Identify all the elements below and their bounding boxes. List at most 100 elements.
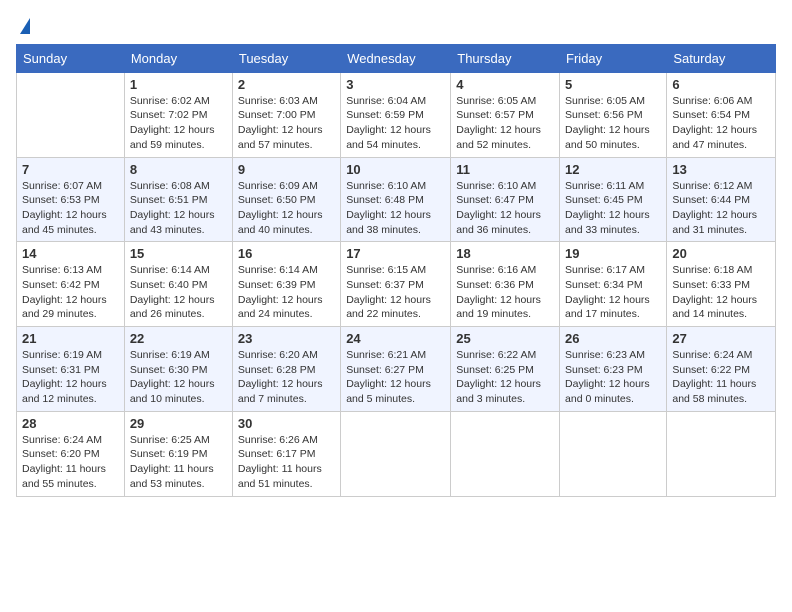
day-number: 27 [672,331,770,346]
day-number: 22 [130,331,227,346]
calendar-cell: 2Sunrise: 6:03 AM Sunset: 7:00 PM Daylig… [232,72,340,157]
day-info: Sunrise: 6:04 AM Sunset: 6:59 PM Dayligh… [346,94,445,153]
day-info: Sunrise: 6:02 AM Sunset: 7:02 PM Dayligh… [130,94,227,153]
calendar-cell: 9 Sunrise: 6:09 AM Sunset: 6:50 PM Daylig… [232,157,340,242]
calendar-table: SundayMondayTuesdayWednesdayThursdayFrid… [16,44,776,497]
day-info: Sunrise: 6:08 AM Sunset: 6:51 PM Dayligh… [130,179,227,238]
calendar-cell: 5 Sunrise: 6:05 AM Sunset: 6:56 PM Daylig… [560,72,667,157]
calendar-week-row: 28Sunrise: 6:24 AM Sunset: 6:20 PM Dayli… [17,411,776,496]
calendar-cell: 12 Sunrise: 6:11 AM Sunset: 6:45 PM Dayli… [560,157,667,242]
day-info: Sunrise: 6:25 AM Sunset: 6:19 PM Dayligh… [130,433,227,492]
calendar-cell: 3 Sunrise: 6:04 AM Sunset: 6:59 PM Daylig… [341,72,451,157]
weekday-header-wednesday: Wednesday [341,44,451,72]
day-number: 16 [238,246,335,261]
weekday-header-friday: Friday [560,44,667,72]
calendar-cell: 4 Sunrise: 6:05 AM Sunset: 6:57 PM Daylig… [451,72,560,157]
day-info: Sunrise: 6:10 AM Sunset: 6:47 PM Dayligh… [456,179,554,238]
day-number: 8 [130,162,227,177]
day-info: Sunrise: 6:17 AM Sunset: 6:34 PM Dayligh… [565,263,661,322]
calendar-cell [451,411,560,496]
calendar-cell: 20 Sunrise: 6:18 AM Sunset: 6:33 PM Dayli… [667,242,776,327]
calendar-week-row: 21 Sunrise: 6:19 AM Sunset: 6:31 PM Dayli… [17,327,776,412]
calendar-week-row: 14 Sunrise: 6:13 AM Sunset: 6:42 PM Dayli… [17,242,776,327]
day-number: 26 [565,331,661,346]
day-info: Sunrise: 6:24 AM Sunset: 6:20 PM Dayligh… [22,433,119,492]
day-info: Sunrise: 6:20 AM Sunset: 6:28 PM Dayligh… [238,348,335,407]
day-info: Sunrise: 6:05 AM Sunset: 6:57 PM Dayligh… [456,94,554,153]
day-number: 12 [565,162,661,177]
day-number: 13 [672,162,770,177]
day-number: 19 [565,246,661,261]
day-number: 4 [456,77,554,92]
day-number: 5 [565,77,661,92]
calendar-cell [341,411,451,496]
day-number: 29 [130,416,227,431]
day-number: 25 [456,331,554,346]
calendar-cell: 7Sunrise: 6:07 AM Sunset: 6:53 PM Daylig… [17,157,125,242]
day-info: Sunrise: 6:15 AM Sunset: 6:37 PM Dayligh… [346,263,445,322]
calendar-cell: 10 Sunrise: 6:10 AM Sunset: 6:48 PM Dayli… [341,157,451,242]
calendar-cell: 16 Sunrise: 6:14 AM Sunset: 6:39 PM Dayli… [232,242,340,327]
calendar-cell: 14 Sunrise: 6:13 AM Sunset: 6:42 PM Dayli… [17,242,125,327]
day-number: 20 [672,246,770,261]
day-info: Sunrise: 6:12 AM Sunset: 6:44 PM Dayligh… [672,179,770,238]
day-info: Sunrise: 6:26 AM Sunset: 6:17 PM Dayligh… [238,433,335,492]
day-info: Sunrise: 6:19 AM Sunset: 6:31 PM Dayligh… [22,348,119,407]
calendar-cell: 13 Sunrise: 6:12 AM Sunset: 6:44 PM Dayli… [667,157,776,242]
calendar-week-row: 1 Sunrise: 6:02 AM Sunset: 7:02 PM Daylig… [17,72,776,157]
calendar-cell: 22Sunrise: 6:19 AM Sunset: 6:30 PM Dayli… [124,327,232,412]
day-info: Sunrise: 6:10 AM Sunset: 6:48 PM Dayligh… [346,179,445,238]
day-info: Sunrise: 6:22 AM Sunset: 6:25 PM Dayligh… [456,348,554,407]
day-info: Sunrise: 6:11 AM Sunset: 6:45 PM Dayligh… [565,179,661,238]
calendar-cell: 25 Sunrise: 6:22 AM Sunset: 6:25 PM Dayli… [451,327,560,412]
day-info: Sunrise: 6:06 AM Sunset: 6:54 PM Dayligh… [672,94,770,153]
day-number: 14 [22,246,119,261]
calendar-cell: 23 Sunrise: 6:20 AM Sunset: 6:28 PM Dayli… [232,327,340,412]
calendar-cell: 26 Sunrise: 6:23 AM Sunset: 6:23 PM Dayli… [560,327,667,412]
day-info: Sunrise: 6:18 AM Sunset: 6:33 PM Dayligh… [672,263,770,322]
calendar-cell: 17Sunrise: 6:15 AM Sunset: 6:37 PM Dayli… [341,242,451,327]
calendar-week-row: 7Sunrise: 6:07 AM Sunset: 6:53 PM Daylig… [17,157,776,242]
calendar-cell [560,411,667,496]
day-number: 21 [22,331,119,346]
weekday-header-saturday: Saturday [667,44,776,72]
day-number: 23 [238,331,335,346]
calendar-cell: 1 Sunrise: 6:02 AM Sunset: 7:02 PM Daylig… [124,72,232,157]
day-number: 9 [238,162,335,177]
day-info: Sunrise: 6:05 AM Sunset: 6:56 PM Dayligh… [565,94,661,153]
day-info: Sunrise: 6:14 AM Sunset: 6:40 PM Dayligh… [130,263,227,322]
day-number: 18 [456,246,554,261]
calendar-cell: 11Sunrise: 6:10 AM Sunset: 6:47 PM Dayli… [451,157,560,242]
day-number: 1 [130,77,227,92]
day-info: Sunrise: 6:03 AM Sunset: 7:00 PM Dayligh… [238,94,335,153]
calendar-cell: 27Sunrise: 6:24 AM Sunset: 6:22 PM Dayli… [667,327,776,412]
logo [16,16,30,36]
weekday-header-thursday: Thursday [451,44,560,72]
day-number: 15 [130,246,227,261]
calendar-cell: 15 Sunrise: 6:14 AM Sunset: 6:40 PM Dayli… [124,242,232,327]
calendar-cell: 30 Sunrise: 6:26 AM Sunset: 6:17 PM Dayli… [232,411,340,496]
day-info: Sunrise: 6:23 AM Sunset: 6:23 PM Dayligh… [565,348,661,407]
logo-triangle-icon [20,18,30,34]
day-number: 30 [238,416,335,431]
day-number: 24 [346,331,445,346]
calendar-cell: 19 Sunrise: 6:17 AM Sunset: 6:34 PM Dayli… [560,242,667,327]
day-info: Sunrise: 6:13 AM Sunset: 6:42 PM Dayligh… [22,263,119,322]
calendar-cell: 6 Sunrise: 6:06 AM Sunset: 6:54 PM Daylig… [667,72,776,157]
day-info: Sunrise: 6:21 AM Sunset: 6:27 PM Dayligh… [346,348,445,407]
weekday-header-monday: Monday [124,44,232,72]
day-number: 10 [346,162,445,177]
calendar-cell: 24 Sunrise: 6:21 AM Sunset: 6:27 PM Dayli… [341,327,451,412]
day-info: Sunrise: 6:09 AM Sunset: 6:50 PM Dayligh… [238,179,335,238]
calendar-cell: 8 Sunrise: 6:08 AM Sunset: 6:51 PM Daylig… [124,157,232,242]
day-info: Sunrise: 6:14 AM Sunset: 6:39 PM Dayligh… [238,263,335,322]
day-number: 3 [346,77,445,92]
calendar-cell: 21 Sunrise: 6:19 AM Sunset: 6:31 PM Dayli… [17,327,125,412]
day-number: 6 [672,77,770,92]
page-header [16,16,776,36]
calendar-cell [667,411,776,496]
weekday-header-tuesday: Tuesday [232,44,340,72]
day-info: Sunrise: 6:07 AM Sunset: 6:53 PM Dayligh… [22,179,119,238]
day-info: Sunrise: 6:16 AM Sunset: 6:36 PM Dayligh… [456,263,554,322]
calendar-cell [17,72,125,157]
